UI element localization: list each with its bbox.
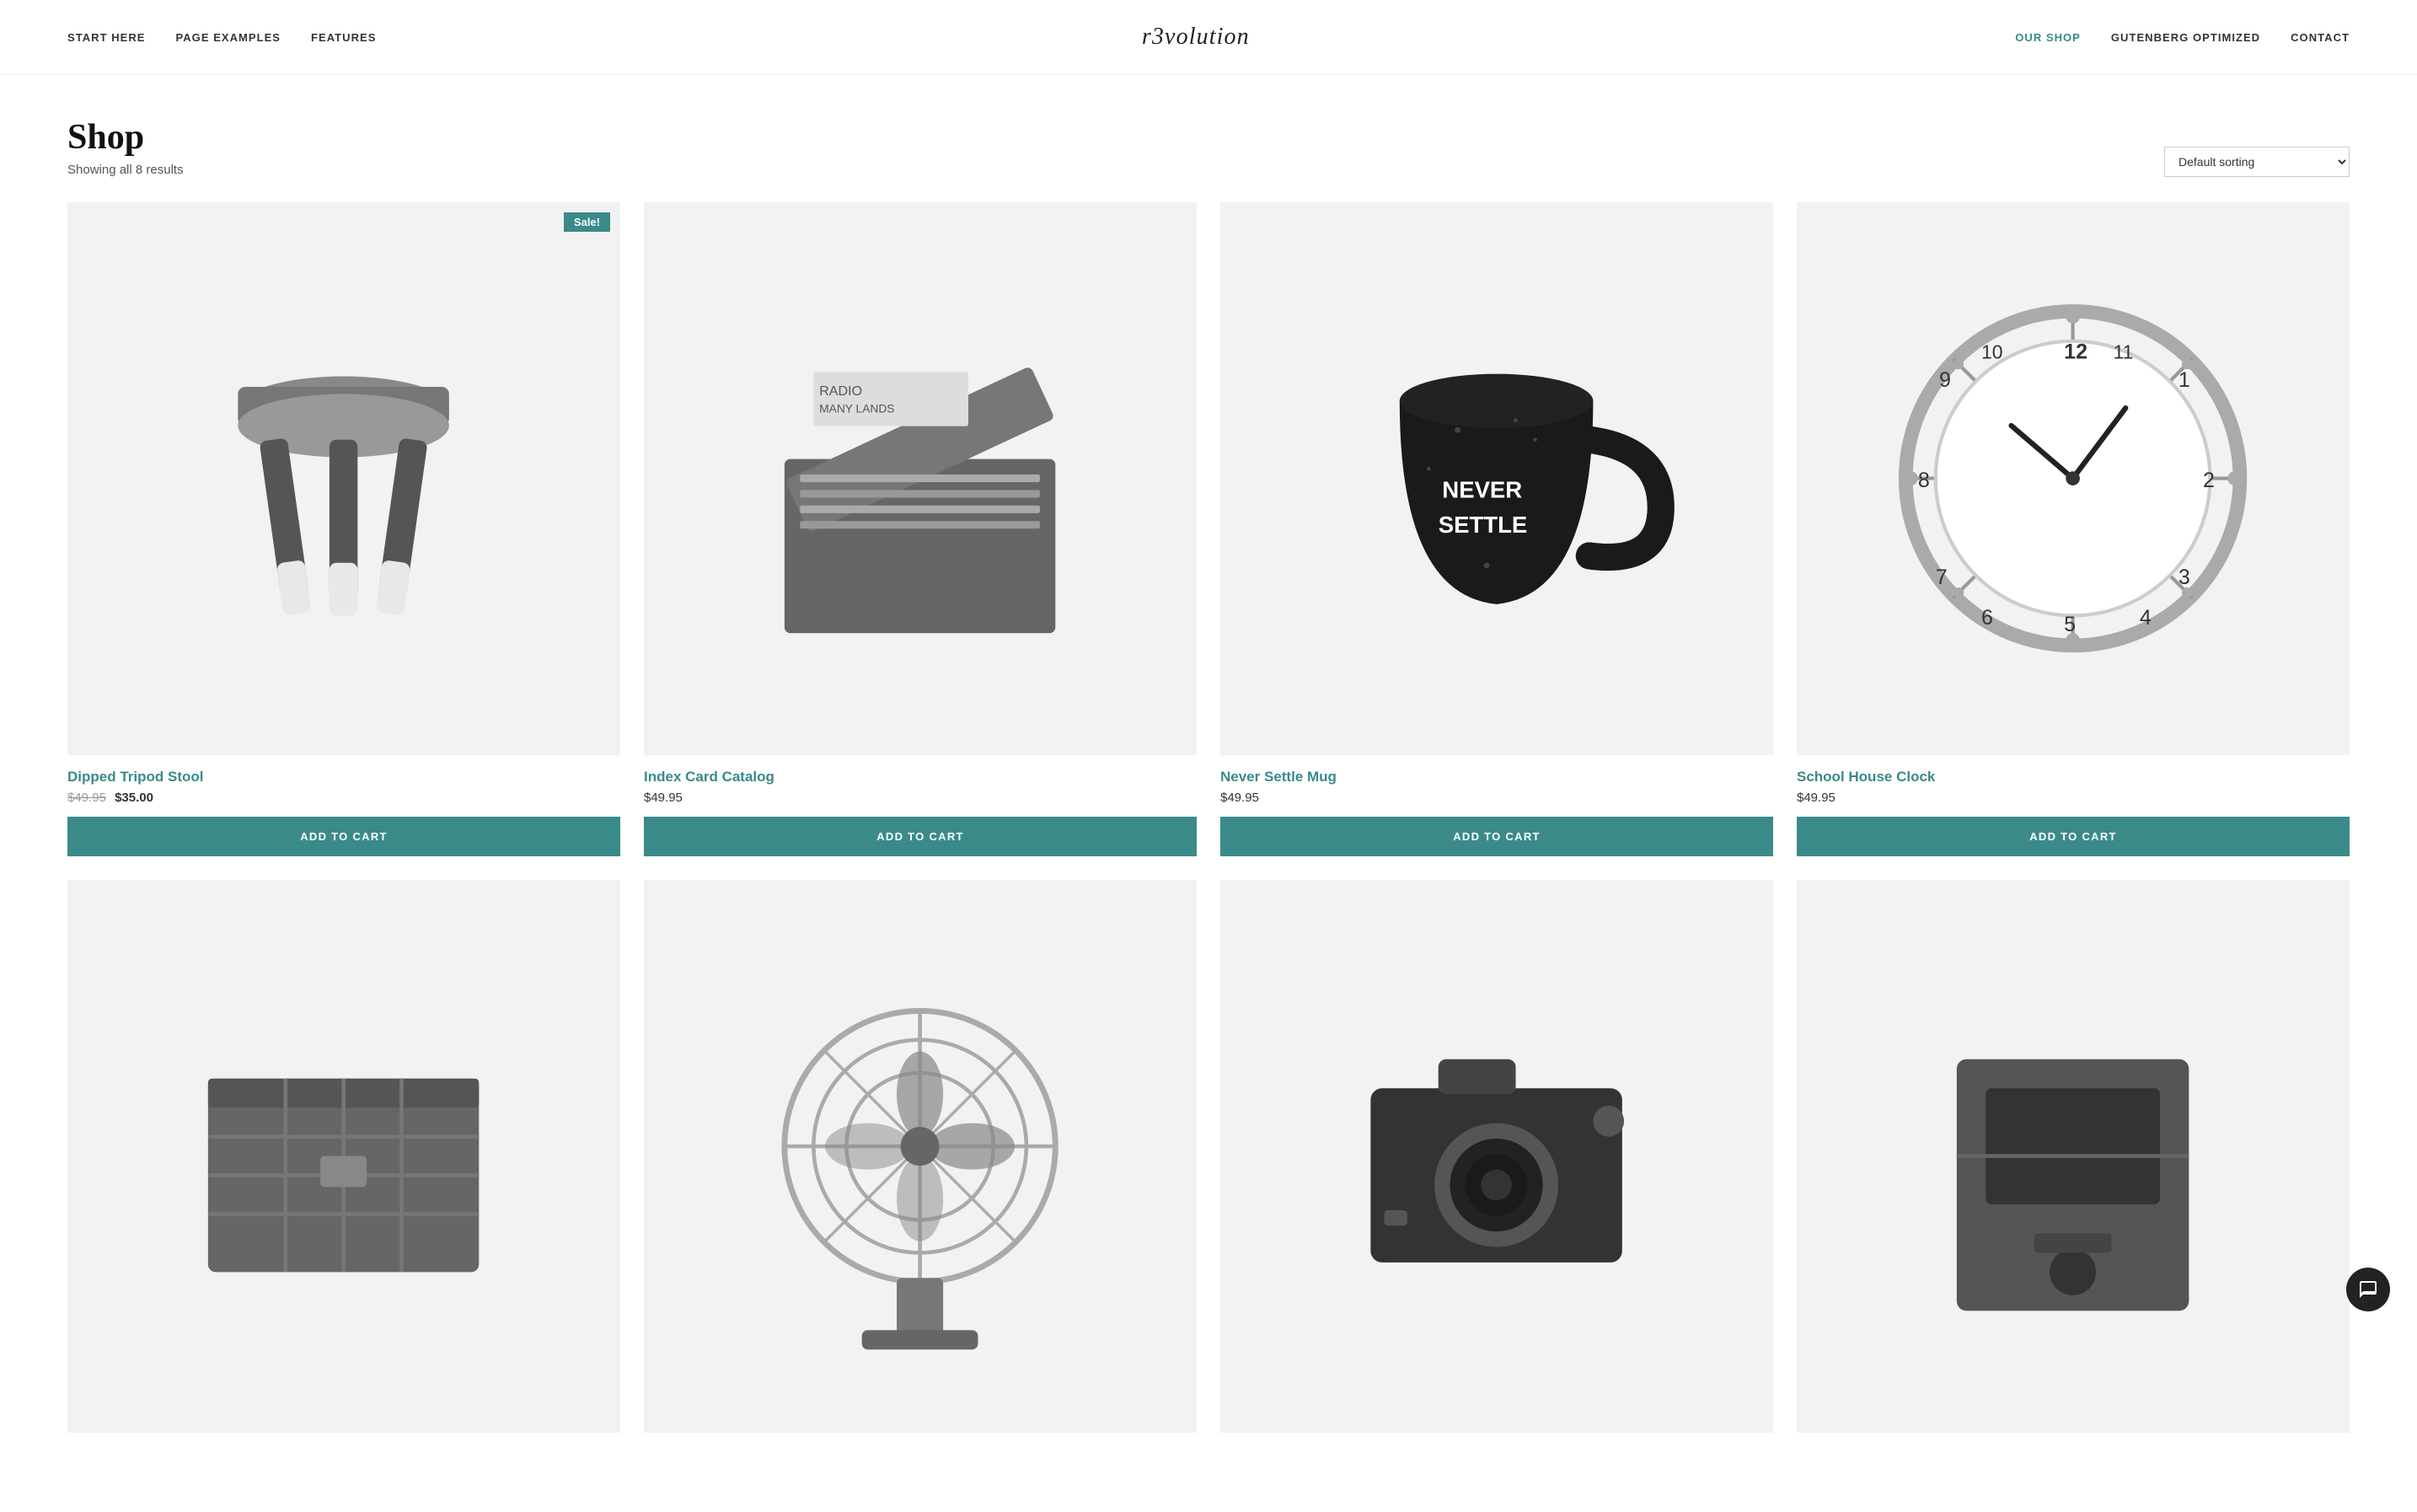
sort-select[interactable]: Default sorting Sort by popularity Sort … [2164, 147, 2350, 177]
add-to-cart-p3[interactable]: ADD TO CART [1220, 817, 1773, 856]
product-image-p5[interactable] [67, 880, 620, 1433]
product-card-bottom [1220, 880, 1773, 1446]
add-to-cart-p4[interactable]: ADD TO CART [1797, 817, 2350, 856]
results-count: Showing all 8 results [67, 163, 184, 177]
camera-illustration [1303, 962, 1690, 1349]
product-card-bottom [644, 880, 1197, 1446]
product-image-p7[interactable] [1220, 880, 1773, 1433]
sale-badge: Sale! [564, 212, 610, 232]
svg-text:7: 7 [1936, 566, 1948, 589]
page-title: Shop [67, 117, 184, 158]
product-image-dipped-tripod-stool[interactable]: Sale! [67, 202, 620, 755]
mug-illustration: NEVER SETTLE [1303, 285, 1690, 672]
product-name-p4[interactable]: School House Clock [1797, 769, 2350, 785]
product-price-p2: $49.95 [644, 791, 1197, 805]
stool-illustration [150, 285, 537, 672]
product-name-p2[interactable]: Index Card Catalog [644, 769, 1197, 785]
site-logo[interactable]: r3volution [1142, 24, 1250, 51]
product-image-p6[interactable] [644, 880, 1197, 1433]
product-grid-row2 [67, 880, 2350, 1446]
add-to-cart-p1[interactable]: ADD TO CART [67, 817, 620, 856]
svg-text:10: 10 [1981, 341, 2003, 363]
svg-text:2: 2 [2203, 469, 2215, 492]
svg-text:3: 3 [2179, 566, 2190, 589]
shop-header: Shop Showing all 8 results Default sorti… [67, 117, 2350, 177]
nav-start-here[interactable]: START HERE [67, 31, 146, 44]
product-name-p1[interactable]: Dipped Tripod Stool [67, 769, 620, 785]
nav-gutenberg[interactable]: GUTENBERG OPTIMIZED [2111, 31, 2260, 44]
nav-our-shop[interactable]: OUR SHOP [2015, 31, 2081, 44]
product-card-bottom [67, 880, 620, 1446]
chat-bubble[interactable] [2346, 1268, 2390, 1311]
product-card: NEVER SETTLE Never Settle Mug $49.95 ADD… [1220, 202, 1773, 856]
svg-text:12: 12 [2065, 340, 2088, 364]
add-to-cart-p2[interactable]: ADD TO CART [644, 817, 1197, 856]
product-card: Sale! Dipped Tr [67, 202, 620, 856]
product-name-p3[interactable]: Never Settle Mug [1220, 769, 1773, 785]
product-card: RADIO MANY LANDS Index Card Catalog $49.… [644, 202, 1197, 856]
svg-text:MANY LANDS: MANY LANDS [820, 403, 895, 416]
product-grid-row1: Sale! Dipped Tr [67, 202, 2350, 856]
main-content: Shop Showing all 8 results Default sorti… [0, 75, 2417, 1512]
clock-illustration: 12 1 2 3 4 5 6 7 8 9 10 11 [1879, 285, 2266, 672]
svg-text:8: 8 [1918, 469, 1930, 492]
product-image-school-house-clock[interactable]: 12 1 2 3 4 5 6 7 8 9 10 11 [1797, 202, 2350, 755]
svg-text:4: 4 [2140, 606, 2152, 630]
product-card-bottom [1797, 880, 2350, 1446]
product-card: 12 1 2 3 4 5 6 7 8 9 10 11 [1797, 202, 2350, 856]
svg-text:1: 1 [2179, 368, 2190, 392]
svg-text:5: 5 [2065, 614, 2077, 637]
chat-icon [2358, 1279, 2378, 1300]
box-illustration: RADIO MANY LANDS [726, 285, 1113, 672]
product-image-p8[interactable] [1797, 880, 2350, 1433]
product-price-p3: $49.95 [1220, 791, 1773, 805]
nav-contact[interactable]: CONTACT [2291, 31, 2350, 44]
svg-text:SETTLE: SETTLE [1439, 512, 1528, 538]
nav-right: OUR SHOP GUTENBERG OPTIMIZED CONTACT [2015, 31, 2350, 44]
nav-page-examples[interactable]: PAGE EXAMPLES [176, 31, 281, 44]
svg-text:6: 6 [1981, 606, 1993, 630]
product-price-p1: $49.95 $35.00 [67, 791, 620, 805]
svg-text:NEVER: NEVER [1443, 477, 1523, 503]
product-price-p4: $49.95 [1797, 791, 2350, 805]
fan-illustration [726, 962, 1113, 1349]
nav-features[interactable]: FEATURES [311, 31, 376, 44]
site-header: START HERE PAGE EXAMPLES FEATURES r3volu… [0, 0, 2417, 75]
product-image-never-settle-mug[interactable]: NEVER SETTLE [1220, 202, 1773, 755]
sort-wrapper: Default sorting Sort by popularity Sort … [2164, 147, 2350, 177]
wood-box-illustration [150, 962, 537, 1349]
svg-text:9: 9 [1939, 368, 1951, 392]
svg-text:11: 11 [2114, 341, 2134, 363]
product-image-index-card-catalog[interactable]: RADIO MANY LANDS [644, 202, 1197, 755]
nav-left: START HERE PAGE EXAMPLES FEATURES [67, 31, 376, 44]
svg-text:RADIO: RADIO [820, 383, 863, 399]
obj-illustration [1879, 962, 2266, 1349]
